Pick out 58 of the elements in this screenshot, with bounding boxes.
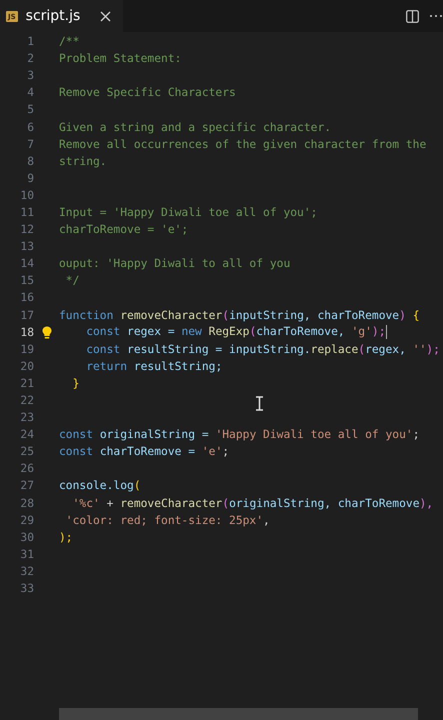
code-line: */ (64, 274, 80, 288)
line-number: 7 (26, 138, 34, 151)
line-number: 11 (19, 206, 34, 219)
code-line: ); (59, 530, 73, 544)
line-number: 29 (19, 514, 34, 527)
line-number: 5 (26, 103, 34, 116)
code-line: /** (59, 35, 80, 48)
code-line: function removeCharacter(inputString, charToRemove) { (59, 308, 420, 322)
line-number: 22 (19, 394, 34, 408)
code-line: } (72, 376, 80, 390)
line-number: 31 (19, 548, 34, 561)
line-number: 23 (19, 411, 34, 424)
horizontal-scrollbar[interactable] (59, 708, 418, 720)
code-line: return resultString; (85, 360, 222, 373)
line-number: 3 (26, 69, 34, 82)
line-number: 25 (19, 445, 34, 458)
code-line: const resultString = inputString.replace(regex, ''); (85, 342, 440, 356)
line-number: 33 (19, 582, 34, 596)
code-line: 'color: red; font-size: 25px', (64, 514, 270, 527)
code-line: const regex = new RegExp(charToRemove, 'g'); (85, 325, 387, 340)
line-number: 6 (26, 120, 34, 134)
line-number: 14 (19, 257, 34, 270)
line-number: 15 (19, 274, 34, 288)
code-line: Input = 'Happy Diwali toe all of you'; (59, 206, 318, 219)
line-number: 18 (19, 326, 34, 339)
code-line: Remove Specific Characters (59, 86, 236, 100)
code-line: charToRemove = 'e'; (59, 223, 188, 236)
code-line: string. (59, 154, 107, 168)
code-line: '%c' + removeCharacter(originalString, charToRemove), (72, 496, 434, 510)
line-number: 8 (26, 154, 34, 168)
code-line: ouput: 'Happy Diwali to all of you (59, 257, 290, 270)
line-number: 4 (26, 86, 34, 100)
line-number: 9 (26, 172, 34, 185)
line-number: 24 (19, 428, 34, 442)
line-number: 16 (19, 291, 34, 304)
line-number: 28 (19, 496, 34, 510)
line-number: 13 (19, 240, 34, 254)
code-line: const originalString = 'Happy Diwali toe all of you'; (59, 428, 420, 442)
code-line: Remove all occurrences of the given character from the (59, 138, 426, 151)
code-line: console.log( (59, 479, 141, 492)
line-number: 21 (19, 376, 34, 390)
line-number: 1 (26, 35, 34, 48)
line-number: 32 (19, 564, 34, 578)
line-number: 19 (19, 342, 34, 356)
line-number: 17 (19, 308, 34, 322)
line-number: 12 (19, 223, 34, 236)
tab-label: script.js (26, 8, 80, 24)
line-number: 10 (19, 188, 34, 202)
text-cursor-icon (255, 396, 264, 411)
code-line: Problem Statement: (59, 52, 182, 66)
code-line: Given a string and a specific character. (59, 120, 332, 134)
line-number: 26 (19, 462, 34, 476)
line-number: 30 (19, 530, 34, 544)
lightbulb-icon[interactable] (42, 326, 52, 339)
code-line: const charToRemove = 'e'; (59, 445, 230, 458)
line-number: 2 (26, 52, 34, 66)
line-number: 20 (19, 360, 34, 373)
line-number: 27 (19, 479, 34, 492)
